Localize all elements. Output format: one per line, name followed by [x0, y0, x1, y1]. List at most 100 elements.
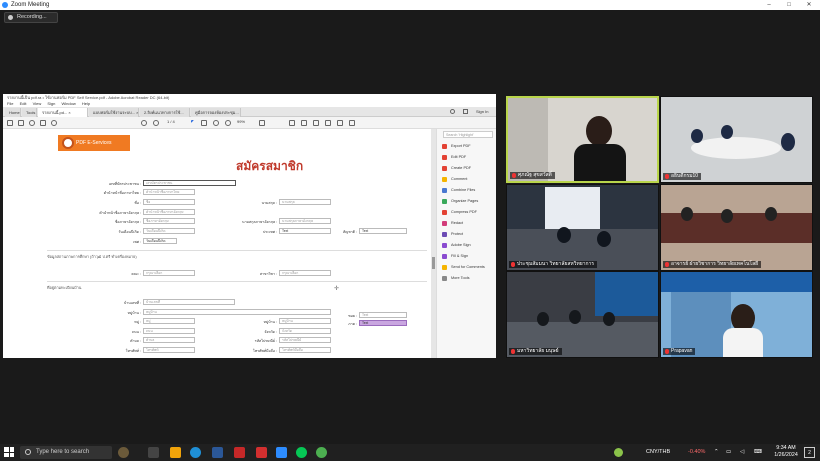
- input-last-name-en[interactable]: นามสกุลภาษาอังกฤษ: [279, 218, 331, 224]
- task-view-icon[interactable]: [148, 447, 159, 458]
- file-explorer-icon[interactable]: [170, 447, 181, 458]
- taskbar-clock[interactable]: 9:34 AM 1/26/2024: [770, 445, 802, 459]
- input-road[interactable]: ถนน: [143, 328, 195, 334]
- tray-chevron-icon[interactable]: ⌃: [714, 444, 719, 461]
- video-tile[interactable]: Prapavan: [660, 271, 813, 358]
- volume-icon[interactable]: ◁: [740, 444, 744, 461]
- chrome-icon[interactable]: [316, 447, 327, 458]
- start-button[interactable]: [4, 447, 14, 457]
- input-house-no[interactable]: บ้านเลขที่: [143, 299, 235, 305]
- network-icon[interactable]: ▭: [726, 444, 731, 461]
- tool-combine-files[interactable]: Combine Files: [441, 186, 496, 194]
- prev-page-icon[interactable]: [141, 120, 147, 126]
- scrollbar-thumb[interactable]: [432, 257, 435, 269]
- video-tile[interactable]: ศุภณัฐ สุขสวัสดิ์: [506, 96, 659, 183]
- select-major[interactable]: กรุณาเลือก: [279, 270, 331, 276]
- input-first-name[interactable]: ชื่อ: [143, 199, 195, 205]
- tab-doc-2[interactable]: แบบฟอร์มใช้งานระบบ... ×: [89, 108, 139, 117]
- notification-icon[interactable]: [463, 109, 468, 114]
- select-prefix-en[interactable]: คำนำหน้าชื่อภาษาอังกฤษ: [143, 209, 195, 215]
- menu-window[interactable]: Window: [61, 101, 75, 106]
- select-prefix-th[interactable]: คำนำหน้าชื่อภาษาไทย: [143, 189, 195, 195]
- currency-pair[interactable]: CNY/THB: [646, 444, 670, 461]
- page-indicator[interactable]: 1 / 4: [167, 119, 175, 124]
- select-zone[interactable]: Text: [359, 320, 407, 326]
- tool-create-pdf[interactable]: Create PDF: [441, 164, 496, 172]
- input-last-name[interactable]: นามสกุล: [279, 199, 331, 205]
- video-tile[interactable]: ประชุมสัมมนา วิทยาลัยสหวิทยาการ: [506, 184, 659, 271]
- tab-doc-1[interactable]: รายงานนี้.pd... ×: [38, 108, 88, 117]
- camera-app-icon[interactable]: [256, 447, 267, 458]
- menu-sign[interactable]: Sign: [47, 101, 55, 106]
- tool-adobe-sign[interactable]: Adobe Sign: [441, 241, 496, 249]
- input-moo[interactable]: หมู่: [143, 318, 195, 324]
- tab-doc-3[interactable]: 2.ลิงค์แนวทางการใช้...: [140, 108, 190, 117]
- input-mobile[interactable]: โทรศัพท์มือถือ: [279, 347, 331, 353]
- select-faculty[interactable]: กรุณาเลือก: [143, 270, 195, 276]
- maximize-button[interactable]: □: [780, 0, 798, 10]
- tab-doc-4[interactable]: คู่มือการจองห้องประชุม...: [191, 108, 241, 117]
- tool-more-tools[interactable]: More Tools: [441, 274, 496, 282]
- tools-search-input[interactable]: Search 'Highlight': [443, 131, 493, 138]
- minimize-button[interactable]: –: [760, 0, 778, 10]
- line-app-icon[interactable]: [296, 447, 307, 458]
- zoom-level[interactable]: 99%: [237, 119, 245, 124]
- highlight-icon[interactable]: [301, 120, 307, 126]
- input-soi[interactable]: Text: [359, 312, 407, 318]
- input-postcode[interactable]: รหัสไปรษณีย์: [279, 337, 331, 343]
- input-phone[interactable]: โทรศัพท์: [143, 347, 195, 353]
- next-page-icon[interactable]: [153, 120, 159, 126]
- menu-help[interactable]: Help: [82, 101, 90, 106]
- text-icon[interactable]: [325, 120, 331, 126]
- tab-tools[interactable]: Tools: [22, 108, 37, 117]
- recording-indicator[interactable]: Recording...: [4, 12, 58, 23]
- input-birthdate[interactable]: วันเดือนปีเกิด: [143, 228, 195, 234]
- comment-icon[interactable]: [289, 120, 295, 126]
- keyboard-icon[interactable]: ⌨: [754, 444, 762, 461]
- tool-fill-sign[interactable]: Fill & Sign: [441, 252, 496, 260]
- search-icon[interactable]: [51, 120, 57, 126]
- weather-icon[interactable]: [614, 448, 623, 457]
- save-icon[interactable]: [7, 120, 13, 126]
- help-icon[interactable]: [450, 109, 455, 114]
- input-id-card[interactable]: เลขบัตรประชาชน: [143, 180, 236, 186]
- select-subdistrict[interactable]: ตำบล: [143, 337, 195, 343]
- taskbar-search-input[interactable]: Type here to search: [20, 446, 112, 459]
- stamp-icon[interactable]: [337, 120, 343, 126]
- tool-protect[interactable]: Protect: [441, 230, 496, 238]
- word-icon[interactable]: [212, 447, 223, 458]
- bookmark-icon[interactable]: [18, 120, 24, 126]
- tool-edit-pdf[interactable]: Edit PDF: [441, 153, 496, 161]
- tool-export-pdf[interactable]: Export PDF: [441, 142, 496, 150]
- more-tools-icon[interactable]: [349, 120, 355, 126]
- tool-comment[interactable]: Comment: [441, 175, 496, 183]
- video-tile[interactable]: อาจารย์ ฝ่ายวิชาการ วิทยาลัยเทคโนโลยี: [660, 184, 813, 271]
- select-nationality[interactable]: Text: [359, 228, 407, 234]
- video-tile[interactable]: อธิบดีกรม10: [660, 96, 813, 183]
- zoom-in-icon[interactable]: [225, 120, 231, 126]
- upload-icon[interactable]: [29, 120, 35, 126]
- fit-page-icon[interactable]: [259, 120, 265, 126]
- sign-in-link[interactable]: Sign In: [476, 107, 488, 116]
- tool-redact[interactable]: Redact: [441, 219, 496, 227]
- input-village-2[interactable]: หมู่บ้าน: [279, 318, 331, 324]
- zoom-out-icon[interactable]: [213, 120, 219, 126]
- edge-icon[interactable]: [190, 447, 201, 458]
- acrobat-icon[interactable]: [234, 447, 245, 458]
- date-picker-button[interactable]: วันเดือนปีเกิด: [143, 238, 177, 244]
- video-tile[interactable]: มหาวิทยาลัย มนุษย์: [506, 271, 659, 358]
- tool-organize-pages[interactable]: Organize Pages: [441, 197, 496, 205]
- input-village[interactable]: หมู่บ้าน: [143, 309, 331, 315]
- tool-compress-pdf[interactable]: Compress PDF: [441, 208, 496, 216]
- tool-send-for-comments[interactable]: Send for Comments: [441, 263, 496, 271]
- menu-view[interactable]: View: [33, 101, 42, 106]
- zoom-app-icon[interactable]: [276, 447, 287, 458]
- tab-home[interactable]: Home: [5, 108, 21, 117]
- hand-tool-icon[interactable]: [201, 120, 207, 126]
- notifications-button[interactable]: 2: [804, 447, 815, 458]
- input-first-name-en[interactable]: ชื่อภาษาอังกฤษ: [143, 218, 195, 224]
- print-icon[interactable]: [40, 120, 46, 126]
- menu-edit[interactable]: Edit: [20, 101, 27, 106]
- close-button[interactable]: ✕: [800, 0, 818, 10]
- select-province[interactable]: จังหวัด: [279, 328, 331, 334]
